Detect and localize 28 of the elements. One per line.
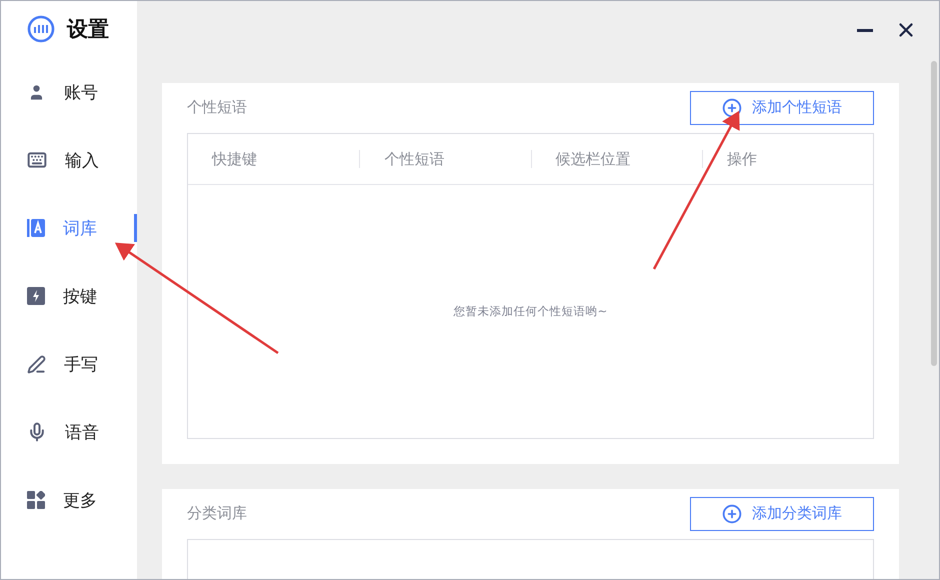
keyboard-icon: [27, 150, 47, 170]
sidebar-item[interactable]: 手写: [1, 330, 137, 398]
sidebar-item[interactable]: 账号: [1, 58, 137, 126]
app-title: 设置: [67, 16, 109, 43]
bolt-icon: [27, 287, 45, 305]
grid-icon: [27, 491, 45, 509]
section-title: 分类词库: [187, 504, 247, 523]
add-button[interactable]: 添加分类词库: [690, 496, 874, 530]
sidebar-item[interactable]: 输入: [1, 126, 137, 194]
column-header: 快捷键: [210, 150, 258, 168]
plus-icon: [722, 98, 742, 118]
logo-icon: [27, 15, 55, 43]
book-icon: [27, 218, 45, 238]
section-title: 个性短语: [187, 98, 247, 117]
minimize-icon: [857, 28, 873, 32]
column-header: 操作: [702, 150, 873, 168]
column-header: 候选栏位置: [530, 150, 702, 168]
sidebar-item[interactable]: 按键: [1, 262, 137, 330]
sidebar-item[interactable]: 词库: [1, 194, 137, 262]
pen-icon: [27, 354, 46, 374]
empty-message: 您暂未添加任何个性短语哟~: [454, 304, 608, 319]
add-button[interactable]: 添加个性短语: [690, 90, 874, 124]
sidebar-item[interactable]: 语音: [1, 398, 137, 466]
sidebar-item[interactable]: 更多: [1, 466, 137, 534]
scrollbar-thumb[interactable]: [930, 61, 936, 366]
plus-icon: [722, 504, 742, 524]
mic-icon: [27, 422, 47, 442]
column-header: 个性短语: [359, 150, 530, 168]
